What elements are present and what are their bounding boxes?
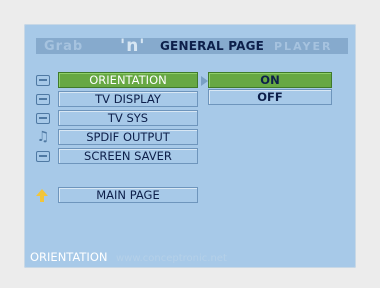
options-panel: ON OFF (208, 72, 332, 106)
option-on[interactable]: ON (208, 72, 332, 88)
menu-item-tv-display[interactable]: TV DISPLAY (58, 91, 198, 107)
brand-logo-mid: 'n' (120, 36, 146, 56)
watermark: www.conceptronic.net (116, 253, 227, 264)
tv-system-icon (36, 113, 50, 124)
display-orientation-icon (36, 75, 50, 86)
status-text: ORIENTATION (30, 250, 108, 264)
screen-saver-icon (36, 151, 50, 162)
osd-screen: Grab 'n' GENERAL PAGE PLAYER ♫ ORIENTATI… (24, 24, 356, 268)
page-title: GENERAL PAGE (160, 39, 265, 53)
option-off[interactable]: OFF (208, 89, 332, 105)
tv-display-icon (36, 94, 50, 105)
brand-logo-right: PLAYER (274, 40, 333, 53)
menu-item-orientation[interactable]: ORIENTATION (58, 72, 198, 88)
submenu-pointer-icon (201, 76, 208, 86)
menu-item-spdif-output[interactable]: SPDIF OUTPUT (58, 129, 198, 145)
music-note-icon: ♫ (36, 129, 50, 145)
menu-item-tv-sys[interactable]: TV SYS (58, 110, 198, 126)
title-bar: Grab 'n' GENERAL PAGE PLAYER (36, 36, 348, 56)
brand-logo-left: Grab (44, 39, 84, 54)
menu-item-screen-saver[interactable]: SCREEN SAVER (58, 148, 198, 164)
menu-item-main-page[interactable]: MAIN PAGE (58, 187, 198, 203)
